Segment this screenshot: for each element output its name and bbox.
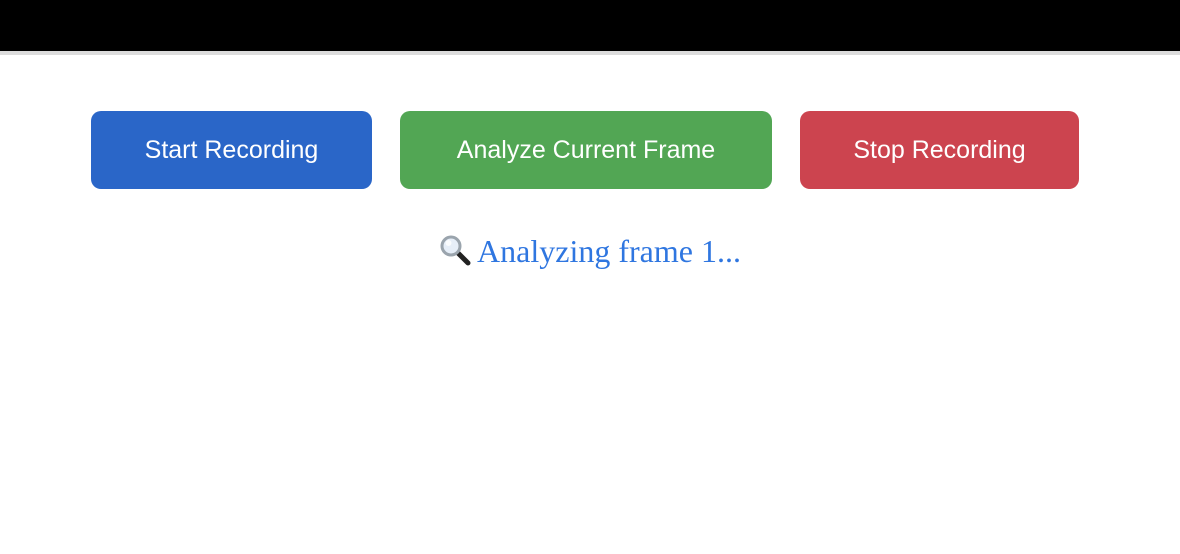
magnifying-glass-icon [439, 230, 471, 266]
stop-recording-button[interactable]: Stop Recording [800, 111, 1079, 189]
status-text: Analyzing frame 1... [477, 233, 741, 269]
analyze-frame-button[interactable]: Analyze Current Frame [400, 111, 772, 189]
browser-top-bar [0, 0, 1180, 51]
start-recording-button[interactable]: Start Recording [91, 111, 372, 189]
status-message: Analyzing frame 1... [0, 226, 1180, 276]
top-bar-divider [0, 51, 1180, 55]
